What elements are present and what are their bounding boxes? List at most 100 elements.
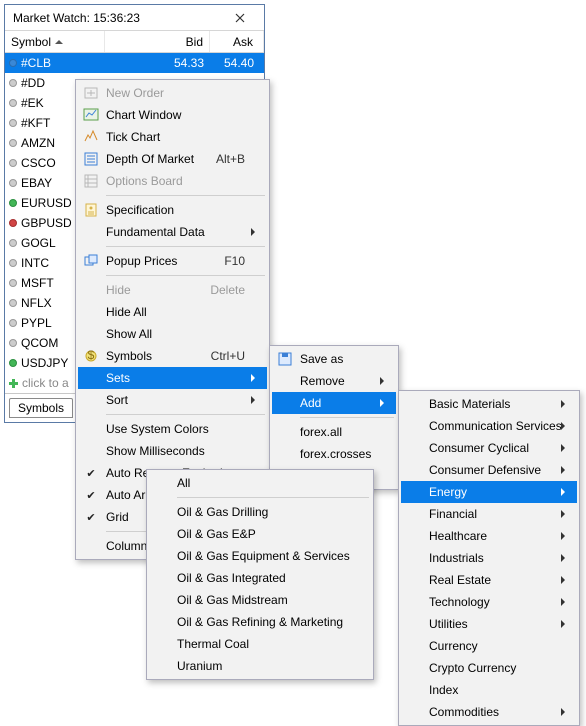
menu-item-financial[interactable]: Financial xyxy=(401,503,577,525)
menu-item-technology[interactable]: Technology xyxy=(401,591,577,613)
status-dot-icon xyxy=(9,339,17,347)
chart-window-icon xyxy=(83,107,99,123)
status-dot-icon xyxy=(9,239,17,247)
menu-item-healthcare[interactable]: Healthcare xyxy=(401,525,577,547)
menu-item-hide-all[interactable]: Hide All xyxy=(78,301,267,323)
bid-value: 54.33 xyxy=(105,56,210,70)
menu-item-forex-all[interactable]: forex.all xyxy=(272,421,396,443)
menu-item-uranium[interactable]: Uranium xyxy=(149,655,371,677)
status-dot-icon xyxy=(9,159,17,167)
svg-text:$: $ xyxy=(88,348,95,362)
menu-item-chart-window[interactable]: Chart Window xyxy=(78,104,267,126)
menu-item-consumer-defensive[interactable]: Consumer Defensive xyxy=(401,459,577,481)
menu-separator xyxy=(106,195,265,196)
menu-item-utilities[interactable]: Utilities xyxy=(401,613,577,635)
context-menu-add-sectors: Basic Materials Communication Services C… xyxy=(398,390,580,726)
column-header-bid[interactable]: Bid xyxy=(105,31,210,52)
menu-item-specification[interactable]: Specification xyxy=(78,199,267,221)
menu-item-save-as[interactable]: Save as xyxy=(272,348,396,370)
table-row[interactable]: #CLB 54.3354.40 xyxy=(5,53,264,73)
column-header-ask[interactable]: Ask xyxy=(210,31,264,52)
ask-value: 54.40 xyxy=(210,56,264,70)
menu-item-sets[interactable]: Sets xyxy=(78,367,267,389)
save-icon xyxy=(277,351,293,367)
symbol-label: MSFT xyxy=(21,276,54,290)
menu-item-basic-materials[interactable]: Basic Materials xyxy=(401,393,577,415)
menu-item-communication-services[interactable]: Communication Services xyxy=(401,415,577,437)
context-menu-energy: All Oil & Gas Drilling Oil & Gas E&P Oil… xyxy=(146,469,374,680)
column-header-row: Symbol Bid Ask xyxy=(5,31,264,53)
check-icon: ✔ xyxy=(86,489,95,502)
menu-item-energy[interactable]: Energy xyxy=(401,481,577,503)
menu-item-real-estate[interactable]: Real Estate xyxy=(401,569,577,591)
menu-separator xyxy=(177,497,369,498)
menu-item-crypto-currency[interactable]: Crypto Currency xyxy=(401,657,577,679)
menu-item-fundamental-data[interactable]: Fundamental Data xyxy=(78,221,267,243)
tick-chart-icon xyxy=(83,129,99,145)
symbol-label: USDJPY xyxy=(21,356,68,370)
status-dot-icon xyxy=(9,199,17,207)
menu-item-oil-gas-drilling[interactable]: Oil & Gas Drilling xyxy=(149,501,371,523)
close-button[interactable] xyxy=(222,8,258,28)
menu-item-index[interactable]: Index xyxy=(401,679,577,701)
status-dot-icon xyxy=(9,319,17,327)
menu-item-commodities[interactable]: Commodities xyxy=(401,701,577,723)
close-icon xyxy=(235,13,245,23)
status-dot-icon xyxy=(9,59,17,67)
status-dot-icon xyxy=(9,259,17,267)
symbol-label: click to a xyxy=(22,376,69,390)
symbol-label: PYPL xyxy=(21,316,52,330)
status-dot-icon xyxy=(9,119,17,127)
menu-item-consumer-cyclical[interactable]: Consumer Cyclical xyxy=(401,437,577,459)
symbol-label: INTC xyxy=(21,256,49,270)
symbol-label: #CLB xyxy=(21,56,51,70)
menu-item-new-order[interactable]: New Order xyxy=(78,82,267,104)
menu-item-oil-gas-ep[interactable]: Oil & Gas E&P xyxy=(149,523,371,545)
menu-item-forex-crosses[interactable]: forex.crosses xyxy=(272,443,396,465)
status-dot-icon xyxy=(9,179,17,187)
column-header-symbol-label: Symbol xyxy=(11,35,51,49)
symbol-label: NFLX xyxy=(21,296,52,310)
status-dot-icon xyxy=(9,139,17,147)
menu-separator xyxy=(106,414,265,415)
menu-separator xyxy=(300,417,394,418)
menu-item-popup-prices[interactable]: Popup Prices F10 xyxy=(78,250,267,272)
status-dot-icon xyxy=(9,99,17,107)
window-title: Market Watch: 15:36:23 xyxy=(13,11,140,25)
menu-item-remove[interactable]: Remove xyxy=(272,370,396,392)
menu-item-oil-gas-equipment[interactable]: Oil & Gas Equipment & Services xyxy=(149,545,371,567)
menu-item-all[interactable]: All xyxy=(149,472,371,494)
symbol-label: #EK xyxy=(21,96,44,110)
symbol-label: GOGL xyxy=(21,236,56,250)
menu-item-add[interactable]: Add xyxy=(272,392,396,414)
menu-item-oil-gas-refining[interactable]: Oil & Gas Refining & Marketing xyxy=(149,611,371,633)
menu-item-currency[interactable]: Currency xyxy=(401,635,577,657)
depth-of-market-icon xyxy=(83,151,99,167)
menu-item-hide[interactable]: Hide Delete xyxy=(78,279,267,301)
menu-item-options-board[interactable]: Options Board xyxy=(78,170,267,192)
status-dot-icon xyxy=(9,299,17,307)
menu-item-show-all[interactable]: Show All xyxy=(78,323,267,345)
menu-item-oil-gas-midstream[interactable]: Oil & Gas Midstream xyxy=(149,589,371,611)
symbol-label: EURUSD xyxy=(21,196,72,210)
check-icon: ✔ xyxy=(86,511,95,524)
menu-item-use-system-colors[interactable]: Use System Colors xyxy=(78,418,267,440)
status-dot-icon xyxy=(9,219,17,227)
new-order-icon xyxy=(83,85,99,101)
status-dot-icon xyxy=(9,359,17,367)
tab-symbols[interactable]: Symbols xyxy=(9,398,73,418)
menu-item-depth-of-market[interactable]: Depth Of Market Alt+B xyxy=(78,148,267,170)
titlebar[interactable]: Market Watch: 15:36:23 xyxy=(5,5,264,31)
menu-item-show-milliseconds[interactable]: Show Milliseconds xyxy=(78,440,267,462)
symbol-label: CSCO xyxy=(21,156,56,170)
menu-item-tick-chart[interactable]: Tick Chart xyxy=(78,126,267,148)
specification-icon xyxy=(83,202,99,218)
menu-item-sort[interactable]: Sort xyxy=(78,389,267,411)
menu-separator xyxy=(106,246,265,247)
menu-item-industrials[interactable]: Industrials xyxy=(401,547,577,569)
menu-item-oil-gas-integrated[interactable]: Oil & Gas Integrated xyxy=(149,567,371,589)
symbol-label: #DD xyxy=(21,76,45,90)
column-header-symbol[interactable]: Symbol xyxy=(5,31,105,52)
menu-item-symbols[interactable]: $ Symbols Ctrl+U xyxy=(78,345,267,367)
menu-item-thermal-coal[interactable]: Thermal Coal xyxy=(149,633,371,655)
